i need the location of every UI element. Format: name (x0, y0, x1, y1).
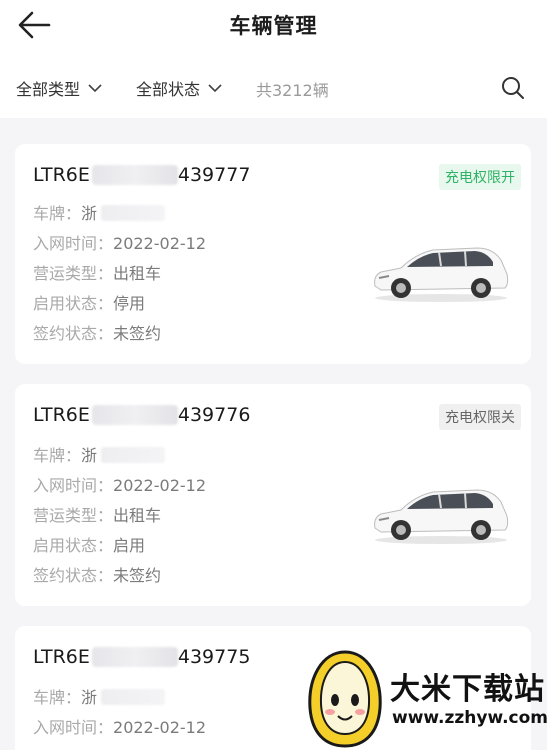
vin: LTR6E 439775 (33, 646, 251, 668)
search-icon (502, 77, 524, 99)
search-button[interactable] (499, 74, 527, 102)
car-image (374, 247, 509, 302)
watermark-name: 大米下载站 (390, 672, 545, 707)
plate-redacted (101, 447, 166, 463)
filter-bar: 全部类型 全部状态 共3212辆 (0, 52, 547, 118)
watermark-url: www.zzhyw.com (392, 708, 547, 728)
charging-permission-badge: 充电权限关 (439, 404, 521, 430)
enable-status-field: 启用状态：停用 (33, 294, 146, 313)
joined-date-field: 入网时间：2022-02-12 (33, 476, 206, 495)
app-header: 车辆管理 (0, 0, 547, 52)
joined-date-field: 入网时间：2022-02-12 (33, 234, 206, 253)
vin: LTR6E 439777 (33, 164, 251, 186)
vin-redacted (91, 405, 178, 425)
plate-field: 车牌：浙 (33, 684, 166, 708)
plate-redacted (101, 205, 166, 221)
enable-status-field: 启用状态：启用 (33, 536, 146, 555)
site-watermark: 大米下载站 www.zzhyw.com (300, 648, 547, 750)
type-filter-dropdown[interactable]: 全部类型 (16, 76, 102, 100)
vehicle-management-screen: 车辆管理 全部类型 全部状态 共3212辆 LTR6E 439777 充电权限开… (0, 0, 547, 750)
operation-type-field: 营运类型：出租车 (33, 264, 162, 283)
status-filter-label: 全部状态 (136, 80, 201, 99)
chevron-down-icon (88, 84, 102, 93)
plate-redacted (101, 689, 166, 705)
operation-type-field: 营运类型：出租车 (33, 506, 162, 525)
plate-field: 车牌：浙 (33, 200, 166, 224)
sign-status-field: 签约状态：未签约 (33, 324, 162, 343)
vehicle-card[interactable]: LTR6E 439777 充电权限开 车牌：浙 入网时间：2022-02-12 … (15, 144, 531, 364)
chevron-down-icon (208, 84, 222, 93)
charging-permission-badge: 充电权限开 (439, 164, 521, 190)
status-filter-dropdown[interactable]: 全部状态 (136, 76, 222, 100)
vin-redacted (91, 647, 178, 667)
rice-mascot-logo (308, 650, 382, 748)
car-image (374, 489, 509, 544)
vin-redacted (91, 165, 178, 185)
sign-status-field: 签约状态：未签约 (33, 566, 162, 585)
vin: LTR6E 439776 (33, 404, 251, 426)
joined-date-field: 入网时间：2022-02-12 (33, 718, 206, 737)
plate-field: 车牌：浙 (33, 442, 166, 466)
type-filter-label: 全部类型 (16, 80, 81, 99)
page-title: 车辆管理 (229, 14, 318, 38)
vehicle-card[interactable]: LTR6E 439776 充电权限关 车牌：浙 入网时间：2022-02-12 … (15, 384, 531, 606)
vehicle-count: 共3212辆 (256, 81, 329, 100)
